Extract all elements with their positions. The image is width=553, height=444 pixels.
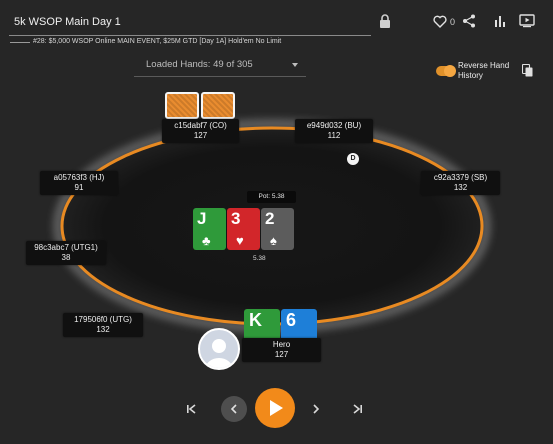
- seat-name: c15dabf7 (CO): [174, 121, 227, 130]
- card-rank: K: [249, 310, 262, 330]
- seat-name: e949d032 (BU): [306, 121, 362, 130]
- card-rank: J: [197, 209, 207, 228]
- seat-name: Hero: [272, 340, 291, 349]
- heart-suit-icon: ♥: [236, 233, 244, 248]
- seat-hj[interactable]: a05763f3 (HJ) 91: [40, 171, 118, 195]
- seat-utg[interactable]: 179506f0 (UTG) 132: [63, 313, 143, 337]
- skip-last-icon[interactable]: [352, 403, 364, 415]
- board-card: J ♣: [193, 208, 226, 250]
- seat-bu[interactable]: e949d032 (BU) 112: [295, 119, 373, 143]
- bet-amount: 5.38: [253, 255, 266, 262]
- seat-name: a05763f3 (HJ): [53, 173, 105, 182]
- seat-stack: 132: [453, 183, 468, 192]
- spade-icon: ♠: [270, 233, 277, 248]
- chevron-right-icon[interactable]: [310, 403, 322, 415]
- villain-card-back: [165, 92, 199, 119]
- dealer-button: D: [347, 153, 359, 165]
- avatar[interactable]: [198, 328, 240, 370]
- seat-stack: 112: [327, 131, 341, 140]
- seat-name: c92a3379 (SB): [433, 173, 488, 182]
- seat-hero[interactable]: Hero 127: [242, 338, 321, 362]
- villain-card-back: [201, 92, 235, 119]
- card-rank: 3: [231, 209, 241, 228]
- seat-stack: 132: [96, 325, 110, 334]
- board-card: 3 ♥: [227, 208, 260, 250]
- seat-sb[interactable]: c92a3379 (SB) 132: [421, 171, 500, 195]
- seat-co[interactable]: c15dabf7 (CO) 127: [162, 119, 239, 143]
- card-rank: 6: [286, 310, 297, 330]
- chevron-left-icon: [230, 404, 237, 414]
- pot-label: Pot: 5.38: [247, 191, 296, 203]
- board-card: 2 ♠: [261, 208, 294, 250]
- seat-stack: 127: [193, 131, 208, 140]
- card-rank: 2: [265, 209, 275, 228]
- replayer-stage: 5k WSOP Main Day 1 0 #28: $5,000 WSOP On…: [0, 0, 553, 444]
- seat-utg1[interactable]: 98c3abc7 (UTG1) 38: [26, 241, 106, 265]
- seat-stack: 127: [274, 350, 289, 359]
- seat-name: 98c3abc7 (UTG1): [34, 243, 98, 252]
- seat-stack: 38: [61, 253, 71, 262]
- club-icon: ♣: [202, 233, 211, 248]
- seat-stack: 91: [74, 183, 84, 192]
- skip-first-icon[interactable]: [185, 403, 197, 415]
- previous-action-button[interactable]: [221, 396, 247, 422]
- play-icon: [270, 400, 283, 416]
- seat-name: 179506f0 (UTG): [74, 315, 132, 324]
- play-button[interactable]: [255, 388, 295, 428]
